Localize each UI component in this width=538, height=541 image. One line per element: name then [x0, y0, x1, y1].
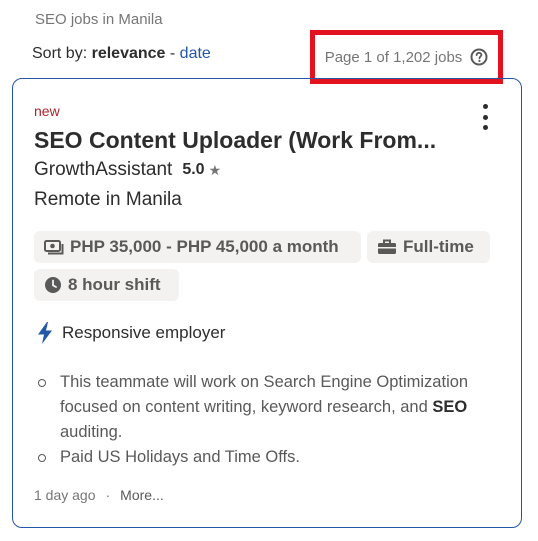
card-footer: 1 day ago · More...: [34, 487, 164, 503]
help-icon[interactable]: [470, 48, 488, 66]
sort-prefix: Sort by:: [32, 45, 88, 62]
clock-icon: [45, 277, 61, 293]
shift-text: 8 hour shift: [68, 275, 161, 294]
company-name: GrowthAssistant: [34, 159, 173, 180]
sort-relevance: relevance: [91, 45, 166, 62]
job-title-link[interactable]: SEO Content Uploader (Work From...: [34, 127, 436, 154]
job-card[interactable]: new SEO Content Uploader (Work From... G…: [12, 78, 522, 528]
sort-separator: -: [169, 45, 176, 62]
snippet-item: This teammate will work on Search Engine…: [34, 370, 504, 445]
more-link[interactable]: More...: [120, 487, 164, 503]
sort-control: Sort by: relevance - date: [32, 45, 211, 63]
footer-dot: ·: [105, 487, 111, 503]
company-row: GrowthAssistant 5.0 ★: [34, 159, 221, 181]
job-type-chip: Full-time: [367, 231, 490, 263]
company-rating: 5.0 ★: [182, 161, 221, 179]
shift-chip: 8 hour shift: [34, 269, 179, 301]
search-breadcrumb: SEO jobs in Manila: [35, 11, 163, 28]
posted-date: 1 day ago: [34, 487, 96, 503]
money-icon: [44, 240, 64, 255]
sort-date-link[interactable]: date: [180, 45, 211, 62]
more-vertical-icon[interactable]: [479, 104, 491, 130]
new-badge: new: [34, 103, 60, 119]
salary-text: PHP 35,000 - PHP 45,000 a month: [70, 237, 339, 256]
job-snippet: This teammate will work on Search Engine…: [34, 370, 504, 470]
lightning-icon: [38, 322, 52, 344]
snippet-item: Paid US Holidays and Time Offs.: [34, 445, 504, 470]
job-location: Remote in Manila: [34, 189, 182, 210]
responsive-employer: Responsive employer: [37, 322, 225, 344]
briefcase-icon: [378, 239, 396, 254]
salary-chip: PHP 35,000 - PHP 45,000 a month: [34, 231, 361, 263]
page-count-text: Page 1 of 1,202 jobs: [324, 48, 463, 66]
responsive-label: Responsive employer: [62, 323, 226, 342]
star-icon: ★: [208, 161, 222, 178]
job-type-text: Full-time: [403, 237, 474, 256]
page-count-highlight: Page 1 of 1,202 jobs: [310, 30, 503, 84]
rating-value: 5.0: [182, 161, 205, 178]
